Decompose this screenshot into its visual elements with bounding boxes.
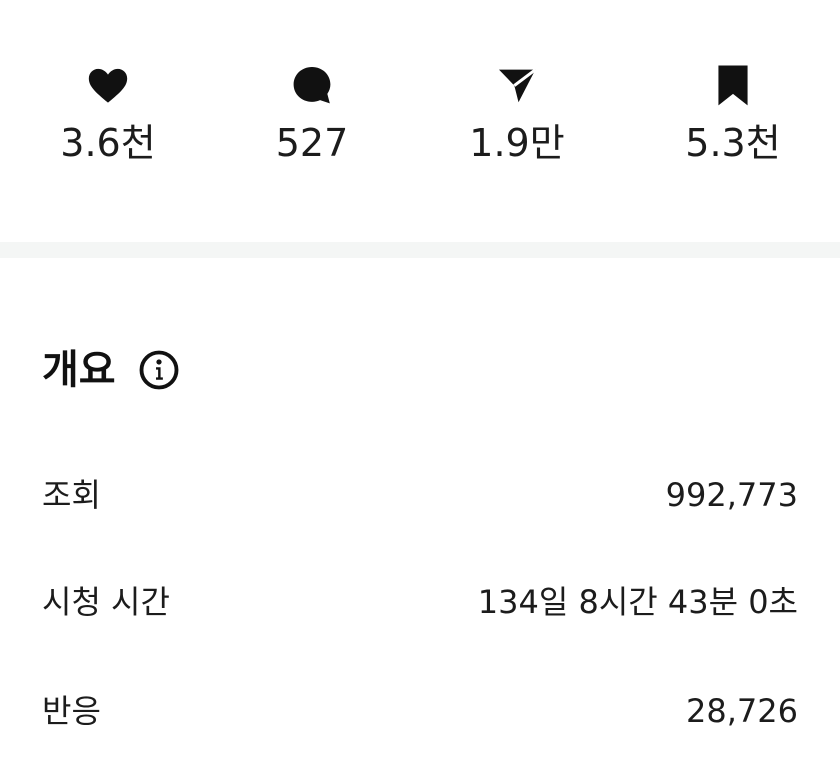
comments-stat[interactable]: 527 bbox=[237, 62, 387, 172]
shares-count: 1.9만 bbox=[469, 121, 565, 165]
metric-label: 반응 bbox=[42, 692, 101, 730]
comment-icon bbox=[237, 62, 387, 108]
metric-label: 조회 bbox=[42, 476, 101, 514]
metric-value: 28,726 bbox=[686, 692, 798, 730]
metric-value: 134일 8시간 43분 0초 bbox=[477, 583, 798, 621]
info-icon[interactable] bbox=[138, 349, 180, 391]
saves-stat[interactable]: 5.3천 bbox=[658, 62, 808, 172]
likes-stat[interactable]: 3.6천 bbox=[33, 62, 183, 172]
section-divider bbox=[0, 242, 840, 258]
likes-count: 3.6천 bbox=[60, 121, 156, 165]
bookmark-icon bbox=[658, 62, 808, 108]
heart-icon bbox=[33, 62, 183, 108]
overview-title: 개요 bbox=[42, 347, 116, 393]
engagement-stats: 3.6천 527 1.9만 5.3천 bbox=[0, 0, 840, 242]
send-icon bbox=[442, 62, 592, 108]
metric-row-reactions: 반응 28,726 bbox=[42, 686, 798, 736]
metric-row-watch-time: 시청 시간 134일 8시간 43분 0초 bbox=[42, 577, 798, 627]
overview-header: 개요 bbox=[42, 342, 180, 398]
metric-label: 시청 시간 bbox=[42, 583, 170, 621]
shares-stat[interactable]: 1.9만 bbox=[442, 62, 592, 172]
saves-count: 5.3천 bbox=[685, 121, 781, 165]
metric-value: 992,773 bbox=[665, 476, 798, 514]
metric-row-views: 조회 992,773 bbox=[42, 470, 798, 520]
comments-count: 527 bbox=[275, 121, 349, 165]
